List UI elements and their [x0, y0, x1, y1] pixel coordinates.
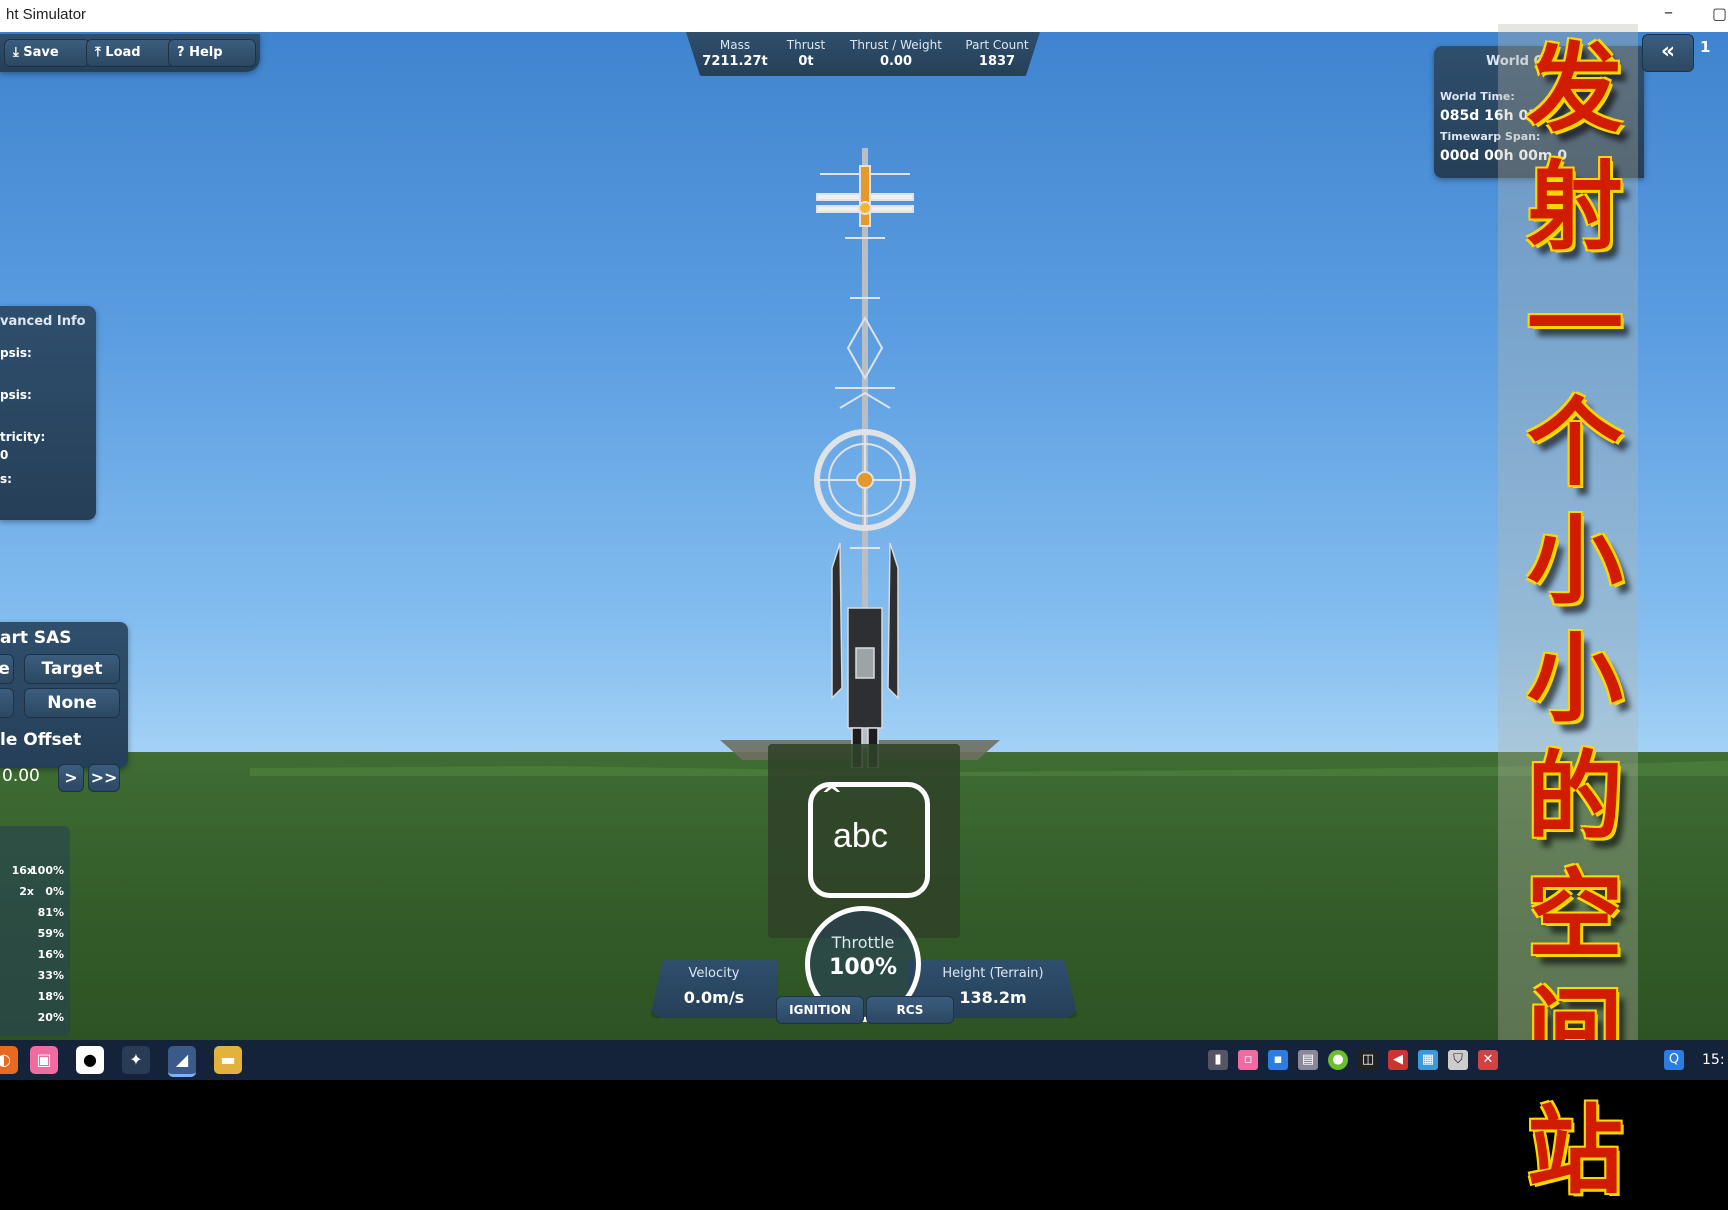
periapsis-label: psis: [0, 346, 32, 360]
bilibili-icon[interactable]: ▣ [30, 1046, 58, 1074]
stage-row-percent: 100% [30, 864, 64, 877]
info-row-label: s: [0, 472, 12, 486]
download-icon: ⤓ [13, 45, 19, 60]
tray-app-icon[interactable]: ✕ [1478, 1050, 1498, 1070]
offset-step-button[interactable]: > [58, 764, 84, 792]
network-icon[interactable]: ▤ [1298, 1050, 1318, 1070]
height-label: Height (Terrain) [942, 966, 1044, 981]
stat-thrust-weight: Thrust / Weight 0.00 [850, 38, 942, 69]
stage-row-multiplier: 2x [19, 885, 34, 898]
browser-icon[interactable]: ◐ [0, 1046, 18, 1074]
window-title: ht Simulator [6, 6, 87, 23]
stage-panel: 16x 100% 2x 0% 81% 59% 16% 33% 18% 20% [0, 826, 70, 1036]
wechat-tray-icon[interactable]: ▪ [1268, 1050, 1288, 1070]
apoapsis-label: psis: [0, 388, 32, 402]
angle-offset-label: le Offset [0, 730, 82, 750]
stage-row-percent: 0% [45, 885, 64, 898]
angle-offset-row: 0.00 > >> [0, 760, 128, 796]
caret-icon: ^ [821, 781, 843, 811]
bilibili-tray-icon[interactable]: ▫ [1238, 1050, 1258, 1070]
simulator-icon[interactable]: ◢ [168, 1046, 196, 1077]
stat-mass: Mass 7211.27t [702, 38, 768, 69]
rcs-button[interactable]: RCS [866, 996, 954, 1024]
minimize-button[interactable]: – [1664, 2, 1673, 23]
game-viewport[interactable]: ^ abc [0, 32, 1728, 1040]
upload-icon: ⤒ [95, 45, 101, 60]
angle-offset-value[interactable]: 0.00 [2, 766, 40, 786]
velocity-label: Velocity [688, 966, 740, 981]
search-tray-icon[interactable]: Q [1664, 1050, 1684, 1070]
video-caption: 发射一个小小的空间站 [1527, 32, 1623, 1207]
vehicle-stats-bar: Mass 7211.27t Thrust 0t Thrust / Weight 0.0… [686, 32, 1040, 76]
help-button[interactable]: ? Help [168, 39, 256, 67]
throttle-value: 100% [829, 955, 897, 980]
ignition-button[interactable]: IGNITION [776, 996, 864, 1024]
qq-icon[interactable]: ● [76, 1046, 104, 1074]
display-icon[interactable]: ◫ [1358, 1050, 1378, 1070]
stat-part-count: Part Count 1837 [965, 38, 1029, 69]
collapse-panel-button[interactable]: « [1642, 34, 1694, 72]
file-toolbar: ⤓ Save ⤒ Load ? Help [0, 34, 260, 72]
sas-target-button[interactable]: Target [24, 654, 120, 684]
security-icon[interactable]: ⛉ [1448, 1050, 1468, 1070]
stat-thrust: Thrust 0t [786, 38, 826, 69]
sas-mode-button-1[interactable]: e [0, 654, 14, 684]
keyboard-label: abc [833, 817, 888, 855]
save-button[interactable]: ⤓ Save [4, 39, 90, 67]
advanced-info-header: vanced Info [0, 314, 86, 329]
usb-icon[interactable]: ▮ [1208, 1050, 1228, 1070]
smart-sas-panel: art SAS e Target None le Offset [0, 622, 128, 768]
sas-mode-button-2[interactable] [0, 688, 14, 718]
folder-icon[interactable]: ▬ [214, 1046, 242, 1074]
green-app-icon[interactable]: ● [1328, 1050, 1348, 1070]
maximize-button[interactable]: ▢ [1712, 4, 1727, 23]
offset-step-large-button[interactable]: >> [88, 764, 120, 792]
sas-none-button[interactable]: None [24, 688, 120, 718]
keyboard-icon: ^ abc [808, 781, 930, 898]
stage-row-percent: 81% [37, 906, 64, 919]
stage-row-percent: 59% [37, 927, 64, 940]
eccentricity-value: 0 [0, 448, 9, 462]
volume-icon[interactable]: ◀ [1388, 1050, 1408, 1070]
smart-sas-header: art SAS [0, 628, 72, 648]
stage-row-percent: 20% [37, 1011, 64, 1024]
settings-icon[interactable]: ✦ [122, 1046, 150, 1074]
load-button[interactable]: ⤒ Load [86, 39, 174, 67]
eccentricity-label: tricity: [0, 430, 46, 444]
stage-row-percent: 16% [37, 948, 64, 961]
advanced-info-panel: vanced Info psis: psis: tricity: 0 s: [0, 306, 96, 520]
taskbar-clock: 15: [1702, 1052, 1725, 1068]
stage-row-percent: 33% [37, 969, 64, 982]
question-icon: ? [177, 45, 185, 60]
window-titlebar: ht Simulator – ▢ [0, 0, 1728, 33]
rocket-station[interactable] [790, 148, 940, 768]
throttle-label: Throttle [831, 933, 895, 952]
velocity-panel: Velocity 0.0m/s [650, 960, 778, 1018]
velocity-value: 0.0m/s [683, 988, 745, 1007]
corner-text: 1 [1700, 38, 1711, 56]
os-taskbar: ◐ ▣ ● ✦ ◢ ▬ ▮ ▫ ▪ ▤ ● ◫ ◀ ▦ ⛉ ✕ Q 15: [0, 1040, 1728, 1080]
stage-row-percent: 18% [37, 990, 64, 1003]
app-tray-icon[interactable]: ▦ [1418, 1050, 1438, 1070]
